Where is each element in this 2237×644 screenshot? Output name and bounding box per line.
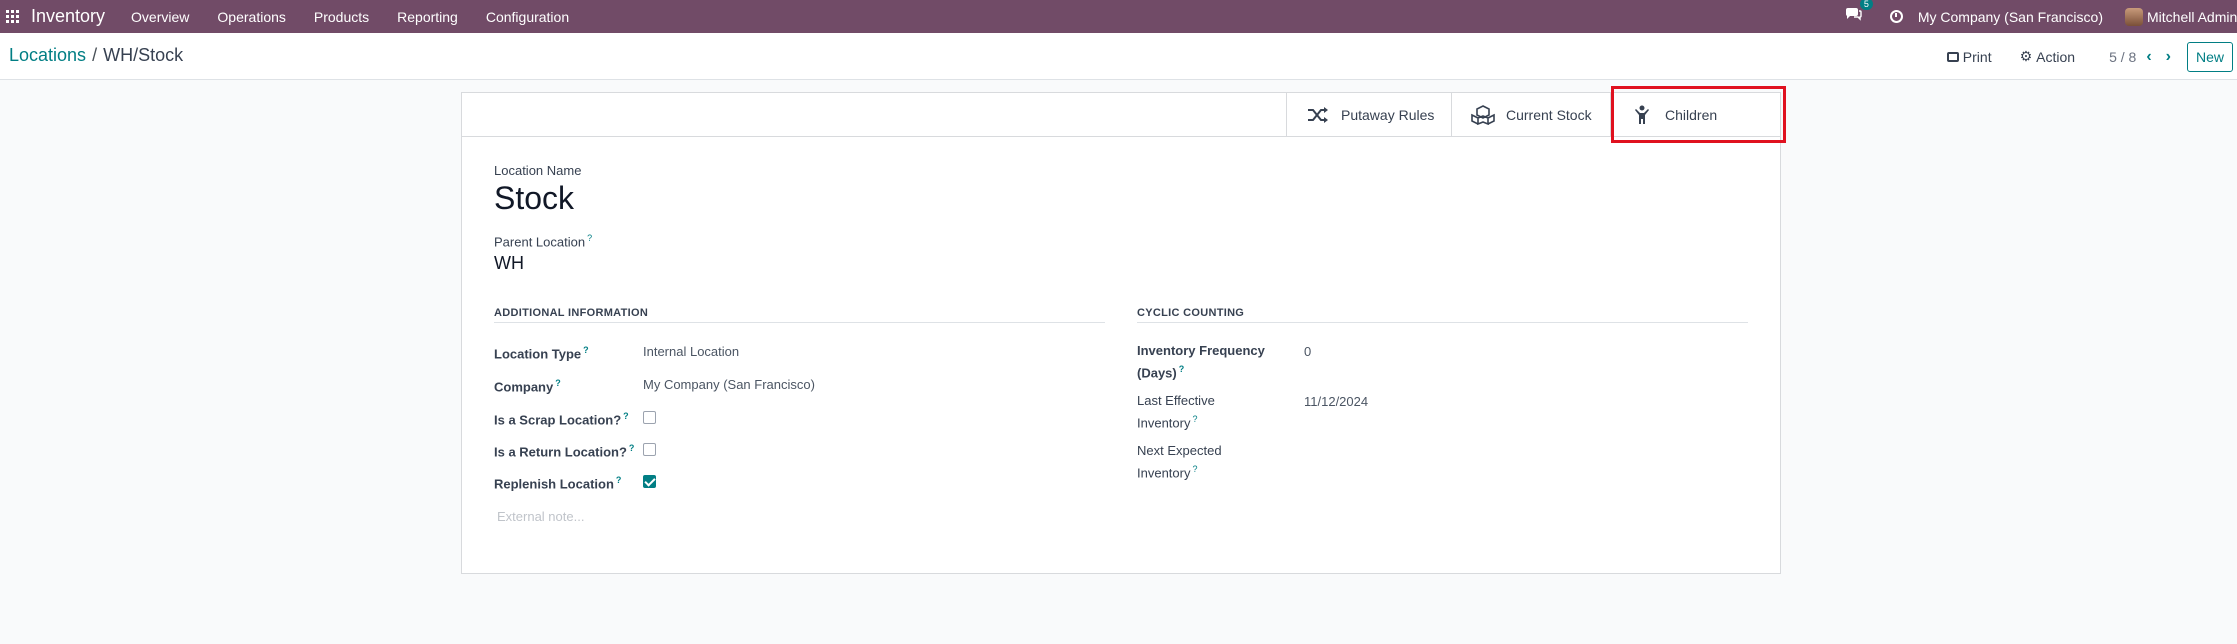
smart-button-box: Putaway Rules Current Stock Children	[462, 93, 1780, 137]
company-label-text: Company	[494, 379, 554, 395]
child-icon	[1629, 105, 1655, 125]
company-label: Company?	[494, 374, 561, 396]
help-tooltip-icon[interactable]: ?	[587, 233, 592, 243]
form-sheet: Putaway Rules Current Stock Children Loc…	[461, 92, 1781, 574]
replenish-location-checkbox[interactable]	[643, 475, 656, 488]
location-type-label: Location Type?	[494, 341, 589, 363]
menu-reporting[interactable]: Reporting	[397, 9, 458, 25]
current-stock-button[interactable]: Current Stock	[1451, 93, 1610, 137]
inventory-frequency-label: Inventory Frequency (Days)?	[1137, 341, 1265, 382]
menu-configuration[interactable]: Configuration	[486, 9, 569, 25]
apps-menu-icon[interactable]	[6, 9, 20, 24]
parent-location-label: Parent Location?	[494, 233, 592, 249]
putaway-rules-label: Putaway Rules	[1341, 107, 1435, 123]
return-location-label: Is a Return Location??	[494, 439, 634, 461]
company-field[interactable]: My Company (San Francisco)	[643, 377, 815, 392]
external-note-input[interactable]: External note...	[497, 509, 584, 524]
help-tooltip-icon[interactable]: ?	[1179, 364, 1185, 374]
breadcrumb: Locations / WH/Stock	[9, 45, 183, 66]
location-name-input[interactable]: Stock	[494, 180, 574, 217]
last-effective-inventory-label-line2: Inventory	[1137, 415, 1191, 431]
user-avatar[interactable]	[2125, 7, 2143, 26]
next-expected-inventory-label: Next Expected Inventory?	[1137, 441, 1222, 482]
inventory-frequency-label-line1: Inventory Frequency	[1137, 343, 1265, 358]
pager-value[interactable]: 5 / 8	[2109, 49, 2136, 65]
breadcrumb-current: WH/Stock	[103, 45, 184, 65]
menu-operations[interactable]: Operations	[217, 9, 285, 25]
breadcrumb-locations[interactable]: Locations	[9, 45, 86, 65]
chat-icon	[1845, 8, 1862, 21]
help-tooltip-icon[interactable]: ?	[623, 411, 629, 421]
scrap-location-label: Is a Scrap Location??	[494, 407, 629, 429]
messaging-menu[interactable]: 5	[1845, 0, 1873, 26]
gear-icon: ⚙	[2019, 48, 2033, 64]
children-label: Children	[1665, 107, 1718, 123]
company-switcher[interactable]: My Company (San Francisco)	[1918, 9, 2103, 25]
menu-products[interactable]: Products	[314, 9, 369, 25]
user-menu[interactable]: Mitchell Admin	[2147, 9, 2237, 25]
print-icon	[1946, 51, 1959, 62]
location-name-label: Location Name	[494, 163, 582, 178]
print-button[interactable]: Print	[1946, 48, 1992, 65]
pager-previous-icon[interactable]: ‹	[2146, 48, 2151, 66]
return-location-checkbox[interactable]	[643, 443, 656, 456]
breadcrumb-separator: /	[92, 45, 98, 65]
return-location-label-text: Is a Return Location?	[494, 444, 627, 460]
scrap-location-label-text: Is a Scrap Location?	[494, 412, 622, 428]
replenish-location-label: Replenish Location?	[494, 471, 621, 493]
additional-information-title: ADDITIONAL INFORMATION	[494, 307, 1105, 323]
shuffle-icon	[1305, 105, 1331, 125]
last-effective-inventory-value: 11/12/2024	[1304, 394, 1369, 409]
help-tooltip-icon[interactable]: ?	[1192, 414, 1197, 424]
top-navbar: Inventory Overview Operations Products R…	[0, 0, 2237, 33]
app-brand[interactable]: Inventory	[31, 6, 105, 27]
scrap-location-checkbox[interactable]	[643, 411, 656, 424]
replenish-location-label-text: Replenish Location	[494, 476, 614, 492]
help-tooltip-icon[interactable]: ?	[583, 345, 589, 355]
location-type-label-text: Location Type	[494, 346, 582, 362]
cubes-icon	[1470, 105, 1496, 125]
location-type-select[interactable]: Internal Location	[643, 344, 739, 359]
help-tooltip-icon[interactable]: ?	[616, 475, 622, 485]
last-effective-inventory-label-line1: Last Effective	[1137, 393, 1215, 408]
children-button[interactable]: Children	[1610, 93, 1780, 137]
new-button[interactable]: New	[2186, 41, 2233, 72]
help-tooltip-icon[interactable]: ?	[1192, 464, 1197, 474]
current-stock-label: Current Stock	[1506, 107, 1592, 123]
parent-location-label-text: Parent Location	[494, 234, 586, 250]
action-button[interactable]: ⚙ Action	[2020, 48, 2075, 65]
help-tooltip-icon[interactable]: ?	[555, 378, 561, 388]
help-tooltip-icon[interactable]: ?	[629, 443, 635, 453]
menu-overview[interactable]: Overview	[131, 9, 189, 25]
last-effective-inventory-label: Last Effective Inventory?	[1137, 391, 1215, 432]
print-label: Print	[1962, 48, 1992, 65]
inventory-frequency-label-line2: (Days)	[1137, 365, 1177, 381]
chat-count-badge: 5	[1859, 0, 1873, 10]
action-label: Action	[2036, 48, 2076, 65]
next-expected-inventory-label-line1: Next Expected	[1137, 443, 1222, 458]
control-panel: Locations / WH/Stock Print ⚙ Action 5 / 8 …	[0, 33, 2237, 80]
putaway-rules-button[interactable]: Putaway Rules	[1286, 93, 1451, 137]
activity-clock-icon[interactable]	[1889, 10, 1903, 23]
pager-next-icon[interactable]: ›	[2166, 48, 2171, 66]
cyclic-counting-title: CYCLIC COUNTING	[1137, 307, 1748, 323]
inventory-frequency-input[interactable]: 0	[1304, 344, 1311, 359]
parent-location-input[interactable]: WH	[494, 253, 524, 274]
next-expected-inventory-label-line2: Inventory	[1137, 465, 1191, 481]
